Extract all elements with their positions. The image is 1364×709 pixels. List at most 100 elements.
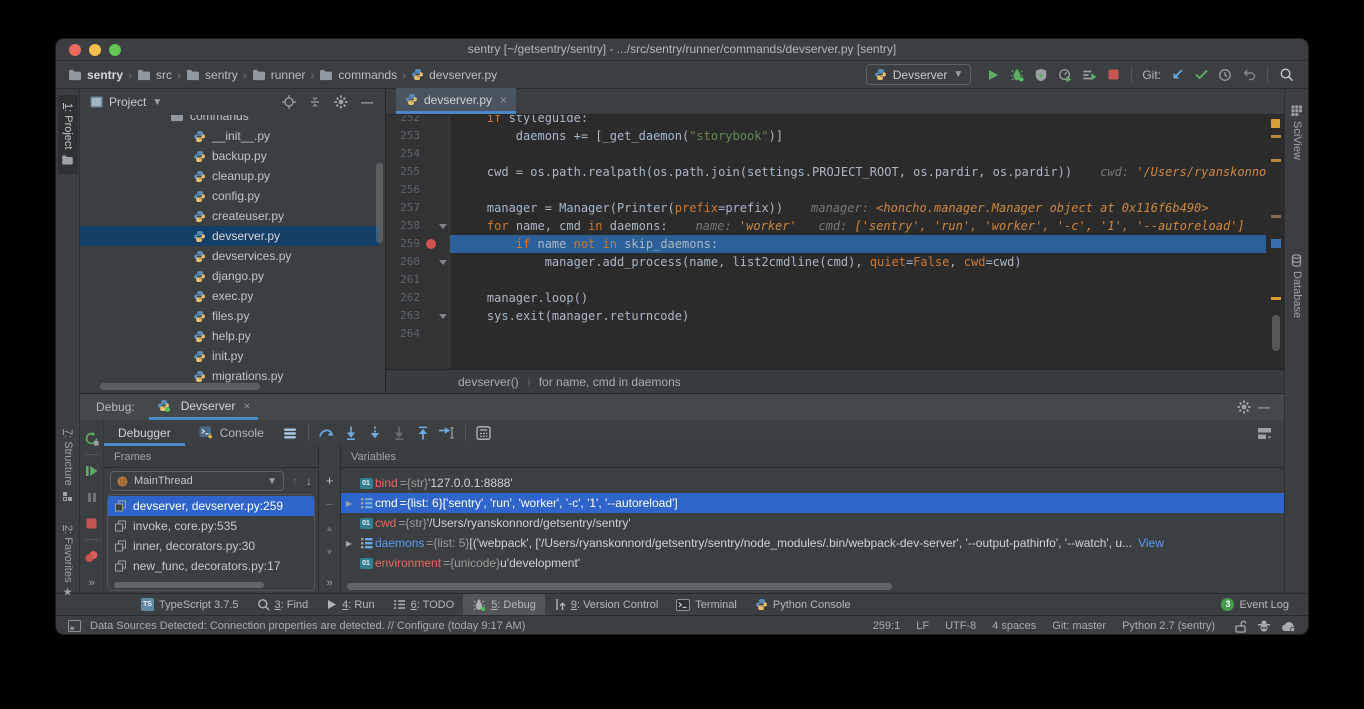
breakpoint-dot[interactable] xyxy=(426,239,436,249)
run-with-coverage-button[interactable] xyxy=(1029,64,1053,86)
toggle-tool-windows-icon[interactable] xyxy=(68,620,81,632)
frame-item[interactable]: invoke, core.py:535 xyxy=(108,516,314,536)
tool-window-button-5-debug[interactable]: 5: Debug xyxy=(463,594,545,616)
profiler-button[interactable] xyxy=(1053,64,1077,86)
tree-item-devserver-py[interactable]: devserver.py xyxy=(80,226,379,246)
gutter-cell[interactable]: 256 xyxy=(386,181,450,199)
expand-arrow-icon[interactable]: ▶ xyxy=(341,539,357,548)
gutter-cell[interactable]: 258 xyxy=(386,217,450,235)
step-into-button[interactable] xyxy=(339,422,363,444)
more-icon[interactable]: » xyxy=(326,577,332,589)
gutter-cell[interactable]: 259 xyxy=(386,235,450,253)
git-history-button[interactable] xyxy=(1213,64,1237,86)
add-watch-button[interactable]: + xyxy=(326,468,334,492)
tab-console[interactable]: Console xyxy=(185,420,278,446)
gutter-cell[interactable]: 264 xyxy=(386,325,450,343)
tree-item-commands[interactable]: commands xyxy=(80,115,379,126)
breadcrumb-item[interactable]: sentry xyxy=(186,68,238,82)
debug-session-tab[interactable]: Devserver × xyxy=(149,394,259,420)
tool-window-button-typescript-3-7-5[interactable]: TSTypeScript 3.7.5 xyxy=(132,594,248,616)
project-panel-title[interactable]: Project xyxy=(109,95,146,109)
thread-selector[interactable]: MainThread ▼ xyxy=(110,471,284,491)
tree-item-devservices-py[interactable]: devservices.py xyxy=(80,246,379,266)
editor-error-stripe[interactable] xyxy=(1266,115,1284,369)
frame-item[interactable]: devserver, devserver.py:259 xyxy=(108,496,314,516)
tool-window-button-4-run[interactable]: 4: Run xyxy=(317,594,383,616)
minimize-window-button[interactable] xyxy=(89,44,101,56)
previous-frame-button[interactable]: ↑ xyxy=(292,474,298,488)
variables-list[interactable]: 01bind = {str} '127.0.0.1:8888'▶cmd = {l… xyxy=(341,468,1284,593)
variable-row-environment[interactable]: 01environment = {unicode} u'development' xyxy=(341,553,1284,573)
run-button[interactable] xyxy=(981,64,1005,86)
gutter-cell[interactable]: 252 xyxy=(386,115,450,127)
code-editor[interactable]: 252 if styleguide:253 daemons += [_get_d… xyxy=(386,115,1284,369)
status-widget[interactable]: LF xyxy=(916,620,929,632)
tree-item-createuser-py[interactable]: createuser.py xyxy=(80,206,379,226)
stripe-tab-1-project[interactable]: 1: Project xyxy=(58,95,78,174)
fold-marker-icon[interactable] xyxy=(439,224,447,229)
tree-item-init-py[interactable]: init.py xyxy=(80,346,379,366)
resume-button[interactable] xyxy=(80,458,103,484)
status-widget[interactable]: Git: master xyxy=(1052,620,1106,632)
breadcrumb-statement[interactable]: for name, cmd in daemons xyxy=(539,375,681,389)
search-everywhere-button[interactable] xyxy=(1274,64,1298,86)
variable-row-cmd[interactable]: ▶cmd = {list: 6} ['sentry', 'run', 'work… xyxy=(341,493,1284,513)
project-tree[interactable]: commands__init__.pybackup.pycleanup.pyco… xyxy=(80,115,385,393)
tree-item-files-py[interactable]: files.py xyxy=(80,306,379,326)
editor-tab-devserver[interactable]: devserver.py × xyxy=(396,88,516,114)
run-to-cursor-button[interactable] xyxy=(435,422,459,444)
pause-button[interactable] xyxy=(80,484,103,510)
project-horizontal-scrollbar[interactable] xyxy=(100,383,260,390)
select-opened-file-button[interactable] xyxy=(279,95,299,109)
breadcrumb-function[interactable]: devserver() xyxy=(458,375,519,389)
next-frame-button[interactable]: ↓ xyxy=(306,474,312,488)
step-into-my-code-button[interactable] xyxy=(387,422,411,444)
debug-button[interactable] xyxy=(1005,64,1029,86)
close-window-button[interactable] xyxy=(69,44,81,56)
collapse-all-button[interactable] xyxy=(305,96,325,108)
breadcrumb-item[interactable]: commands xyxy=(319,68,397,82)
git-commit-button[interactable] xyxy=(1189,64,1213,86)
status-widget[interactable]: Python 2.7 (sentry) xyxy=(1122,620,1215,632)
variable-row-cwd[interactable]: 01cwd = {str} '/Users/ryanskonnord/getse… xyxy=(341,513,1284,533)
view-link[interactable]: View xyxy=(1138,536,1164,550)
gutter-cell[interactable]: 262 xyxy=(386,289,450,307)
close-icon[interactable]: × xyxy=(500,93,507,107)
move-up-button[interactable]: ▲ xyxy=(325,516,334,540)
tree-item-backup-py[interactable]: backup.py xyxy=(80,146,379,166)
gutter-cell[interactable]: 254 xyxy=(386,145,450,163)
hide-panel-button[interactable]: — xyxy=(1254,400,1274,414)
spy-icon[interactable] xyxy=(1257,620,1271,632)
step-over-button[interactable] xyxy=(315,422,339,444)
fold-marker-icon[interactable] xyxy=(439,314,447,319)
status-widget[interactable]: 259:1 xyxy=(873,620,901,632)
tab-debugger[interactable]: Debugger xyxy=(104,420,185,446)
git-update-button[interactable] xyxy=(1165,64,1189,86)
close-icon[interactable]: × xyxy=(243,399,250,413)
chevron-down-icon[interactable]: ▼ xyxy=(152,97,162,108)
gear-icon[interactable] xyxy=(331,95,351,109)
breadcrumb-item[interactable]: devserver.py xyxy=(411,68,497,82)
move-down-button[interactable]: ▼ xyxy=(325,540,334,564)
gutter-cell[interactable]: 253 xyxy=(386,127,450,145)
breadcrumb-item[interactable]: sentry xyxy=(68,68,123,82)
stop-button[interactable] xyxy=(1101,64,1125,86)
remove-watch-button[interactable]: − xyxy=(326,492,334,516)
status-widget[interactable]: UTF-8 xyxy=(945,620,976,632)
tool-window-button-python-console[interactable]: Python Console xyxy=(746,594,860,616)
tree-item-exec-py[interactable]: exec.py xyxy=(80,286,379,306)
status-message[interactable]: Data Sources Detected: Connection proper… xyxy=(90,620,525,632)
status-widget[interactable]: 4 spaces xyxy=(992,620,1036,632)
frame-item[interactable]: new_func, decorators.py:17 xyxy=(108,556,314,576)
tree-item-__init__-py[interactable]: __init__.py xyxy=(80,126,379,146)
cloud-settings-icon[interactable] xyxy=(1281,620,1296,632)
rerun-button[interactable] xyxy=(80,425,103,451)
gutter-cell[interactable]: 263 xyxy=(386,307,450,325)
tool-window-button-3-find[interactable]: 3: Find xyxy=(248,594,318,616)
run-configuration-select[interactable]: Devserver ▼ xyxy=(866,64,972,85)
tree-item-help-py[interactable]: help.py xyxy=(80,326,379,346)
tree-item-cleanup-py[interactable]: cleanup.py xyxy=(80,166,379,186)
stripe-tab-database[interactable]: Database xyxy=(1287,247,1307,326)
gutter-cell[interactable]: 260 xyxy=(386,253,450,271)
git-rollback-button[interactable] xyxy=(1237,64,1261,86)
